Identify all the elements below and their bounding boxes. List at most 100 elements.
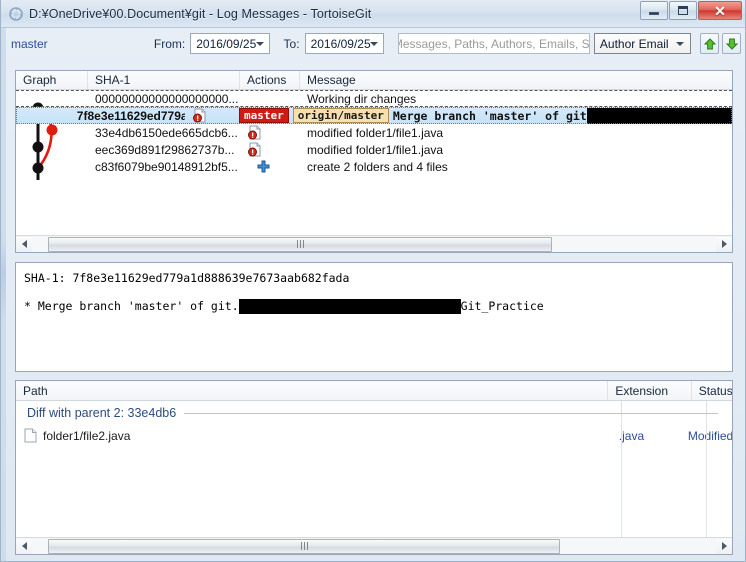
minimize-icon <box>649 12 659 15</box>
row-message: modified folder1/file1.java <box>307 142 444 157</box>
modified-icon <box>248 125 261 140</box>
added-icon <box>257 160 270 173</box>
commit-sha-line: SHA-1: 7f8e3e11629ed779a1d888639e7673aab… <box>24 271 350 285</box>
modified-icon <box>193 108 206 123</box>
detail-spacer <box>24 287 724 298</box>
row-graph-cell <box>16 158 88 175</box>
tortoisegit-icon <box>8 6 24 22</box>
column-header-path[interactable]: Path <box>16 381 609 400</box>
column-header-extension[interactable]: Extension <box>608 381 692 400</box>
redacted-block <box>586 107 732 124</box>
scroll-left-button[interactable] <box>16 236 32 252</box>
maximize-icon <box>678 6 688 15</box>
row-message: modified folder1/file1.java <box>307 125 444 140</box>
log-list-header: Graph SHA-1 Actions Message <box>16 71 732 90</box>
ref-tag-origin-master[interactable]: origin/master <box>292 108 389 123</box>
close-button[interactable]: ✕ <box>698 1 742 20</box>
scroll-track[interactable] <box>32 538 716 554</box>
row-message: master origin/master Merge branch 'maste… <box>232 107 732 124</box>
title-bar: D:¥OneDrive¥00.Document¥git - Log Messag… <box>1 0 745 28</box>
column-header-sha[interactable]: SHA-1 <box>88 71 240 89</box>
filter-field-value: Author Email <box>599 36 669 51</box>
ref-tag-master[interactable]: master <box>239 108 289 123</box>
scroll-thumb[interactable] <box>48 236 552 252</box>
search-input[interactable]: Messages, Paths, Authors, Emails, SHA <box>397 33 590 54</box>
column-header-graph[interactable]: Graph <box>16 71 88 89</box>
group-rule <box>184 412 718 414</box>
from-label: From: <box>153 36 186 51</box>
table-row[interactable]: c83f6079be90148912bf5... create 2 folder… <box>16 158 732 175</box>
green-down-arrow-icon <box>725 38 738 50</box>
row-message: create 2 folders and 4 files <box>307 159 448 174</box>
file-list-hscrollbar[interactable] <box>16 537 732 554</box>
row-actions <box>185 108 232 123</box>
commit-message-prefix: * Merge branch 'master' of git. <box>24 299 239 313</box>
table-row[interactable]: 33e4db6150ede665dcb6... modified folder1… <box>16 124 732 141</box>
to-date-value: 2016/09/25 <box>310 36 371 51</box>
file-status-cell: Modified <box>687 428 732 443</box>
close-icon: ✕ <box>714 2 726 19</box>
row-actions <box>240 125 300 140</box>
scroll-track[interactable] <box>32 236 716 252</box>
diff-group-label: Diff with parent 2: 33e4db6 <box>27 406 177 420</box>
file-list-header: Path Extension Status <box>16 381 732 401</box>
diff-group-header[interactable]: Diff with parent 2: 33e4db6 <box>16 401 732 425</box>
row-sha: 33e4db6150ede665dcb6... <box>95 125 238 140</box>
column-header-actions[interactable]: Actions <box>240 71 300 89</box>
search-placeholder: Messages, Paths, Authors, Emails, SHA <box>397 36 590 51</box>
current-branch-link[interactable]: master <box>11 37 154 51</box>
chevron-down-icon <box>369 41 378 46</box>
scroll-thumb[interactable] <box>48 538 560 554</box>
green-up-arrow-icon <box>703 37 716 49</box>
redacted-block <box>238 299 461 314</box>
commit-message-suffix: Git_Practice <box>460 299 544 313</box>
table-row[interactable]: 7f8e3e11629ed779a1... master origin/mast… <box>16 107 732 124</box>
table-row[interactable]: 00000000000000000000... Working dir chan… <box>16 90 732 107</box>
row-sha: 00000000000000000000... <box>95 91 239 106</box>
filter-field-combo[interactable]: Author Email <box>593 33 692 54</box>
row-graph-cell <box>16 90 88 107</box>
push-button[interactable] <box>700 33 720 54</box>
modified-icon <box>248 142 261 157</box>
to-label: To: <box>283 36 300 51</box>
chevron-down-icon <box>255 41 264 46</box>
row-graph-cell <box>16 141 88 158</box>
column-header-status[interactable]: Status <box>692 381 732 400</box>
row-graph-cell <box>16 107 70 124</box>
row-sha: 7f8e3e11629ed779a1... <box>76 108 185 123</box>
scroll-grip-icon <box>300 542 308 550</box>
merge-message-text: Merge branch 'master' of git <box>392 108 587 123</box>
pull-button[interactable] <box>722 33 742 54</box>
window-controls: ✕ <box>639 1 742 20</box>
row-message: Working dir changes <box>307 91 417 106</box>
to-date-combo[interactable]: 2016/09/25 <box>304 33 384 54</box>
log-list-panel: Graph SHA-1 Actions Message 000000000000… <box>15 70 733 253</box>
from-date-combo[interactable]: 2016/09/25 <box>190 33 270 54</box>
minimize-button[interactable] <box>640 1 668 20</box>
table-row[interactable]: eec369d891f29862737b... modified folder1… <box>16 141 732 158</box>
window-title: D:¥OneDrive¥00.Document¥git - Log Messag… <box>29 6 372 21</box>
commit-detail-panel[interactable]: SHA-1: 7f8e3e11629ed779a1d888639e7673aab… <box>15 262 733 372</box>
scroll-right-button[interactable] <box>716 538 732 554</box>
file-icon <box>24 428 37 443</box>
list-item[interactable]: folder1/file2.java .java Modified <box>16 425 732 446</box>
file-path-cell: folder1/file2.java <box>16 428 605 443</box>
scroll-left-button[interactable] <box>16 538 32 554</box>
from-date-value: 2016/09/25 <box>196 36 257 51</box>
file-extension-cell: .java <box>618 428 645 443</box>
row-sha: c83f6079be90148912bf5... <box>95 159 238 174</box>
column-header-message[interactable]: Message <box>300 71 732 89</box>
log-list-hscrollbar[interactable] <box>16 235 732 252</box>
scroll-right-button[interactable] <box>716 236 732 252</box>
file-path-text: folder1/file2.java <box>43 428 131 443</box>
row-actions <box>240 142 300 157</box>
window-left-edge <box>1 28 6 561</box>
row-sha: eec369d891f29862737b... <box>95 142 235 157</box>
maximize-button[interactable] <box>669 1 697 20</box>
commit-message-line: * Merge branch 'master' of git. Git_Prac… <box>24 298 724 315</box>
changed-files-panel: Path Extension Status Diff with parent 2… <box>15 380 733 555</box>
row-graph-cell <box>16 124 88 141</box>
commit-detail-text: SHA-1: 7f8e3e11629ed779a1d888639e7673aab… <box>16 263 732 315</box>
tortoisegit-log-window: D:¥OneDrive¥00.Document¥git - Log Messag… <box>0 0 746 562</box>
scroll-grip-icon <box>296 240 304 248</box>
